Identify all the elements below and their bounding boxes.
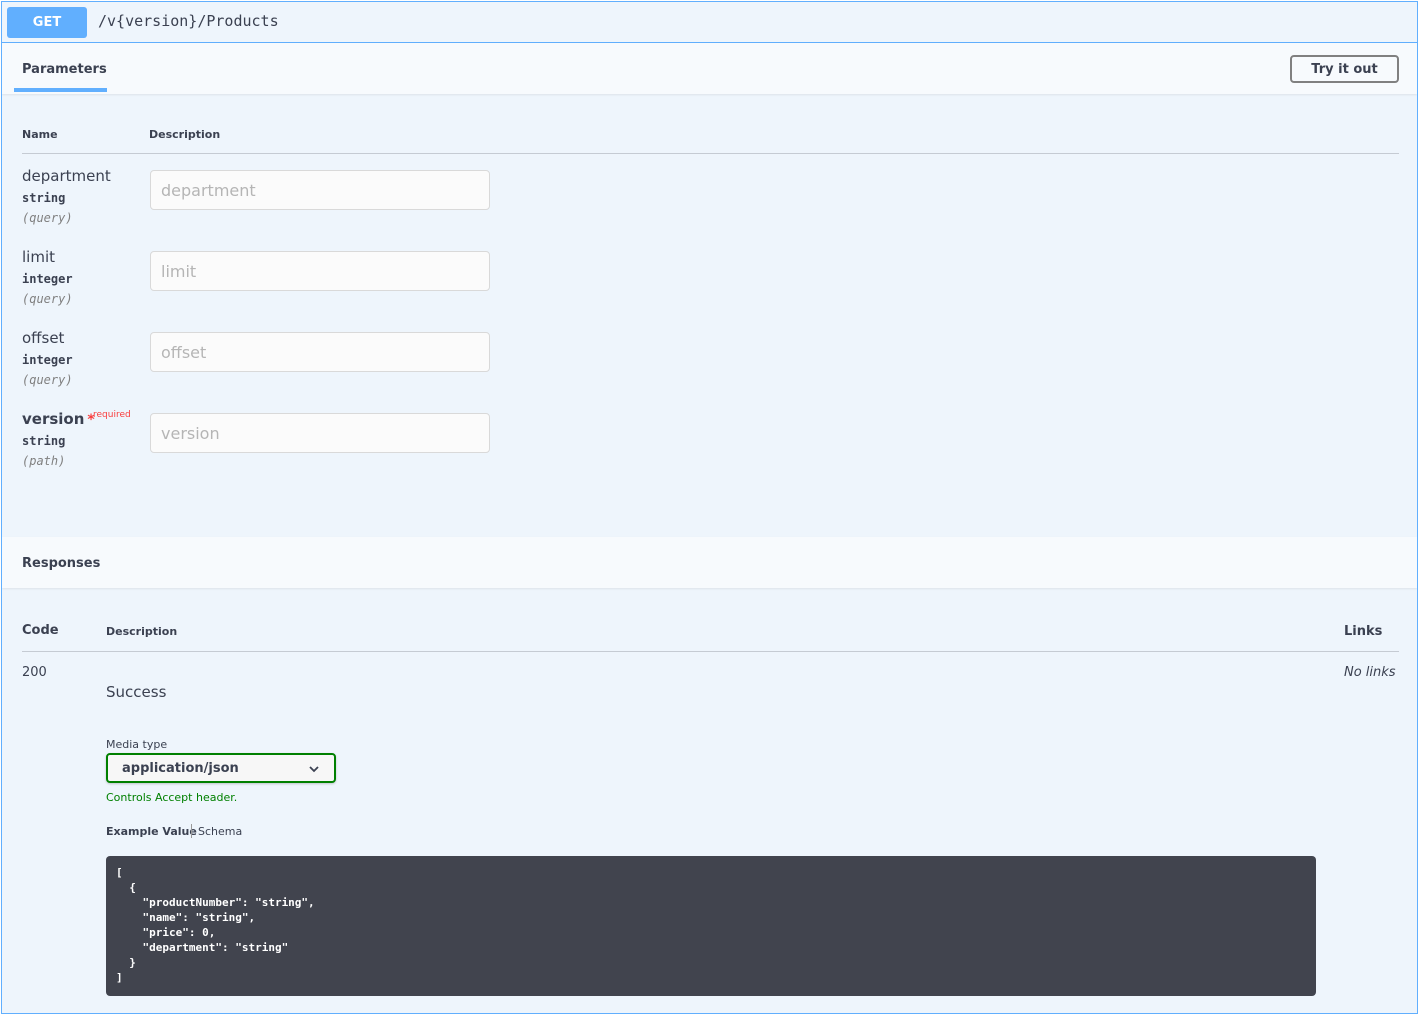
department-input[interactable] [150, 170, 490, 210]
column-header-name: Name [22, 128, 58, 141]
required-label: required [93, 410, 131, 420]
param-in-department: (query) [22, 211, 73, 225]
operation-summary[interactable]: GET /v{version}/Products [2, 2, 1417, 43]
controls-accept-note: Controls Accept header. [106, 791, 238, 804]
param-in-offset: (query) [22, 373, 73, 387]
responses-header: Responses [2, 537, 1417, 588]
column-header-response-description: Description [106, 625, 178, 638]
responses-header-divider [22, 651, 1399, 652]
column-header-code: Code [22, 623, 59, 638]
try-it-out-button[interactable]: Try it out [1290, 55, 1399, 83]
operation-path: /v{version}/Products [98, 12, 279, 30]
tab-example-value[interactable]: Example Value [106, 825, 197, 838]
response-description: Success [106, 683, 167, 701]
version-input[interactable] [150, 413, 490, 453]
param-name-offset: offset [22, 329, 65, 347]
media-type-select[interactable]: application/json [106, 753, 336, 783]
param-name-department: department [22, 167, 111, 185]
operation-block-get-products: GET /v{version}/Products Parameters Try … [1, 1, 1418, 1014]
media-type-label: Media type [106, 738, 168, 751]
limit-input[interactable] [150, 251, 490, 291]
param-in-version: (path) [22, 454, 66, 468]
tab-parameters[interactable]: Parameters [22, 62, 107, 77]
param-name-version: version * [22, 410, 95, 428]
param-type-version: string [22, 434, 66, 448]
tab-separator [191, 824, 192, 838]
tab-schema[interactable]: Schema [198, 825, 242, 838]
chevron-down-icon [309, 766, 319, 773]
column-header-links: Links [1344, 624, 1383, 639]
offset-input[interactable] [150, 332, 490, 372]
media-type-value: application/json [122, 761, 239, 776]
param-type-offset: integer [22, 353, 73, 367]
method-badge: GET [7, 7, 87, 38]
response-code: 200 [22, 665, 47, 680]
param-in-limit: (query) [22, 292, 73, 306]
response-links: No links [1344, 665, 1396, 680]
responses-title: Responses [22, 556, 101, 571]
params-header-divider [22, 153, 1399, 154]
example-value-code: [ { "productNumber": "string", "name": "… [106, 856, 1316, 996]
param-type-limit: integer [22, 272, 73, 286]
param-type-department: string [22, 191, 66, 205]
column-header-description: Description [149, 128, 221, 141]
tab-active-indicator [14, 88, 107, 92]
param-name-limit: limit [22, 248, 55, 266]
param-name-version-text: version [22, 410, 85, 428]
parameters-header: Parameters Try it out [2, 43, 1417, 94]
